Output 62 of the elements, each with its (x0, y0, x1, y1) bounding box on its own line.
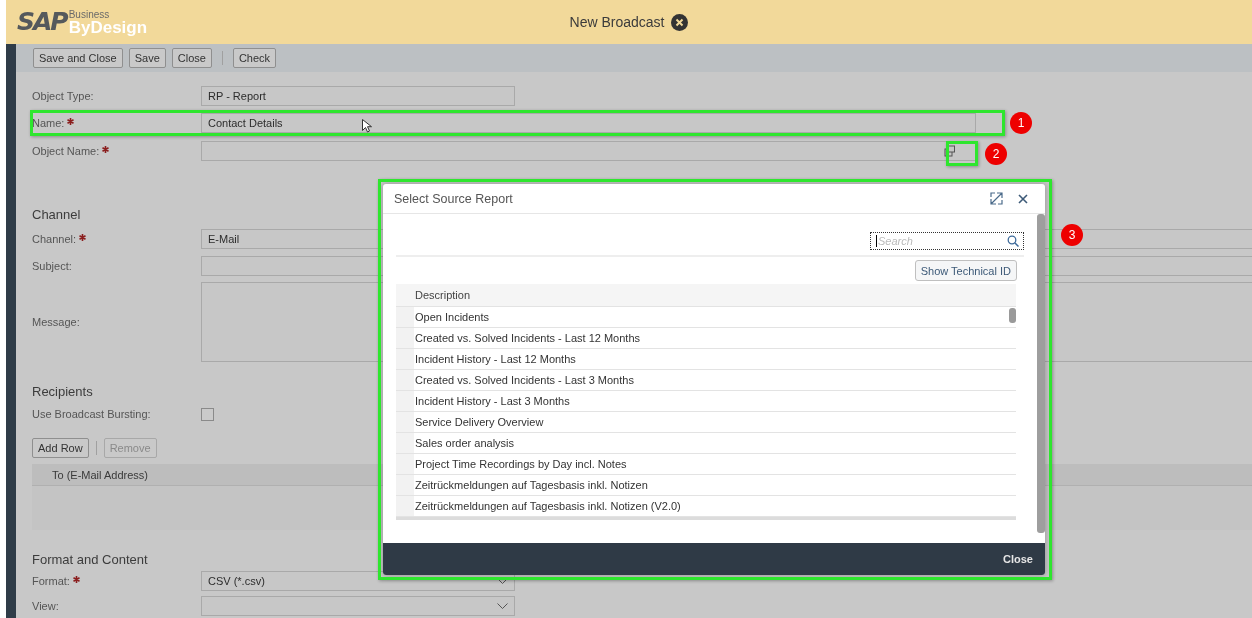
row-selector[interactable] (396, 496, 414, 516)
expand-icon[interactable] (990, 192, 1003, 205)
toolbar-button[interactable]: Save and Close (33, 48, 123, 68)
logo-brand: SAP (17, 8, 67, 36)
row-selector[interactable] (396, 370, 414, 390)
chevron-down-icon[interactable] (497, 577, 508, 585)
mouse-pointer-icon (362, 119, 372, 133)
field-label: Format: (32, 575, 201, 587)
logo-product-text: ByDesign (68, 19, 148, 36)
report-row[interactable]: Sales order analysis (414, 433, 515, 453)
field-label: Channel: (32, 233, 201, 245)
field-label: View: (32, 600, 60, 612)
toolbar-button[interactable]: Check (232, 48, 277, 68)
dialog-close-button[interactable]: Close (1001, 551, 1035, 567)
value-help-icon[interactable] (944, 145, 956, 157)
report-row[interactable]: Incident History - Last 12 Months (414, 349, 576, 369)
report-row[interactable]: Incident History - Last 3 Months (414, 391, 570, 411)
row-selector[interactable] (396, 454, 414, 474)
chevron-down-icon[interactable] (497, 602, 508, 610)
field-label: Message: (32, 316, 81, 328)
row-selector[interactable] (396, 412, 414, 432)
field-label: Name: (32, 117, 201, 129)
column-header: Description (396, 284, 1016, 307)
close-icon[interactable] (1018, 193, 1028, 204)
field-label: Subject: (32, 260, 73, 272)
required-icon (67, 118, 75, 125)
report-row[interactable]: Service Delivery Overview (414, 412, 544, 432)
table-button[interactable]: Add Row (32, 438, 89, 458)
row-selector[interactable] (396, 391, 414, 411)
dropdown-field[interactable] (201, 596, 515, 616)
window-title: New Broadcast (569, 14, 665, 30)
report-row[interactable]: Created vs. Solved Incidents - Last 12 Months (414, 328, 640, 348)
search-icon[interactable] (1007, 235, 1019, 247)
checkbox[interactable] (201, 407, 214, 421)
report-row[interactable]: Created vs. Solved Incidents - Last 3 Months (414, 370, 634, 390)
row-selector[interactable] (396, 349, 414, 369)
row-selector[interactable] (396, 307, 414, 327)
section-heading: Format and Content (32, 551, 148, 569)
close-icon[interactable] (671, 13, 689, 31)
lookup-field[interactable] (201, 141, 976, 161)
row-selector[interactable] (396, 433, 414, 453)
scrollbar[interactable] (1037, 214, 1045, 533)
scrollbar-thumb[interactable] (1009, 308, 1016, 323)
show-technical-id-button[interactable]: Show Technical ID (914, 260, 1017, 281)
required-icon (79, 234, 87, 241)
required-icon (72, 576, 80, 583)
row-selector[interactable] (396, 328, 414, 348)
toolbar-button[interactable]: Close (171, 48, 212, 68)
logo-super-text: Business (68, 10, 111, 20)
dialog-title: Select Source Report (394, 191, 513, 206)
required-icon (102, 146, 110, 153)
highlight-frame (946, 141, 978, 166)
report-row[interactable]: Zeitrückmeldungen auf Tagesbasis inkl. Notizen (V2.0) (414, 496, 681, 516)
toolbar-button[interactable]: Save (128, 48, 166, 68)
field-label: Object Type: (32, 90, 95, 102)
section-heading: Channel (32, 206, 81, 224)
field-label: Object Name: (32, 145, 201, 157)
object-type-field: RP - Report (201, 86, 515, 106)
field-label: Use Broadcast Bursting: (32, 408, 152, 420)
row-selector[interactable] (396, 475, 414, 495)
section-heading: Recipients (32, 383, 93, 401)
report-row[interactable]: Open Incidents (414, 307, 489, 327)
